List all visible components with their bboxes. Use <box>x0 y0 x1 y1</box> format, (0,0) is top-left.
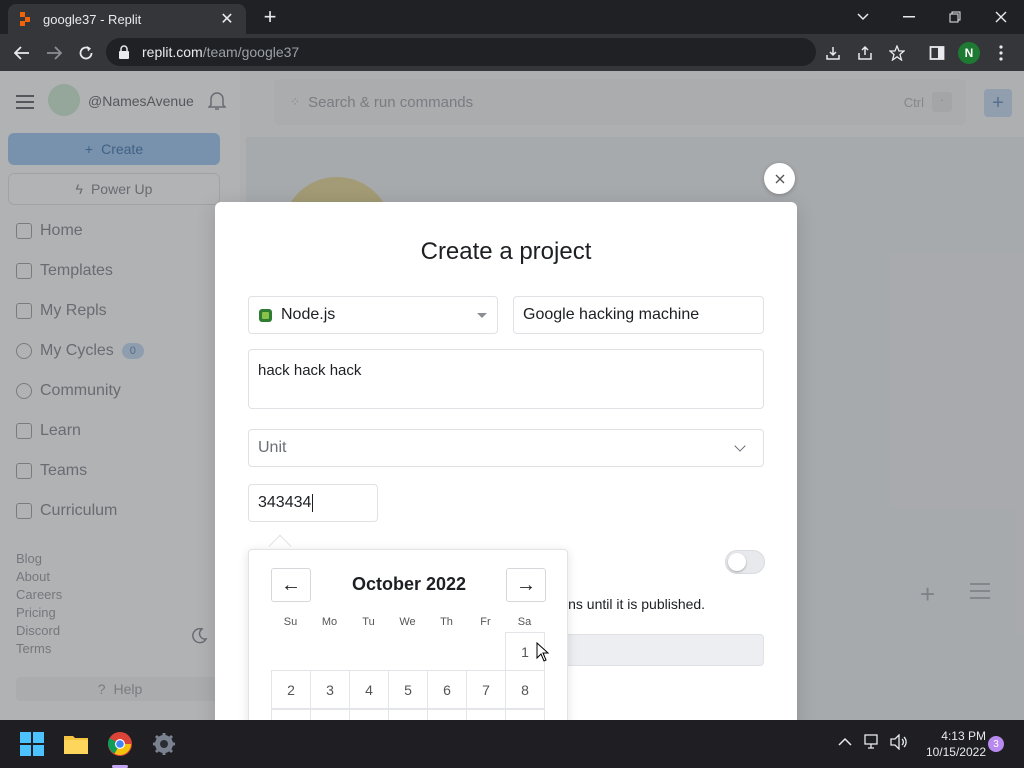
calendar-day[interactable]: 3 <box>310 670 350 709</box>
language-value: Node.js <box>281 306 336 323</box>
calendar-day[interactable]: 2 <box>271 670 311 709</box>
new-tab-button[interactable]: + <box>258 6 282 28</box>
modal-title: Create a project <box>420 238 592 265</box>
file-explorer-icon[interactable] <box>62 730 90 758</box>
url-text: replit.com/team/google37 <box>142 44 300 60</box>
install-app-icon[interactable] <box>822 42 844 64</box>
calendar-day[interactable]: 8 <box>505 670 545 709</box>
description-textarea[interactable]: hack hack hack <box>248 349 764 409</box>
previous-month-button[interactable]: ← <box>271 568 311 602</box>
text-cursor <box>312 494 314 512</box>
project-title-input[interactable]: Google hacking machine <box>513 296 764 334</box>
publish-note: ins until it is published. <box>565 596 706 612</box>
weekday-label: Fr <box>480 616 491 628</box>
reload-icon[interactable] <box>73 40 99 66</box>
system-clock[interactable]: 4:13 PM 10/15/2022 <box>918 728 986 760</box>
clock-date: 10/15/2022 <box>925 745 986 759</box>
caret-down-icon <box>477 312 487 318</box>
publish-toggle[interactable] <box>725 550 765 574</box>
restore-button[interactable] <box>932 0 978 34</box>
volume-icon[interactable] <box>890 733 908 753</box>
weekday-label: Su <box>283 616 298 628</box>
browser-tab[interactable]: google37 - Replit ✕ <box>8 4 246 34</box>
tab-title: google37 - Replit <box>43 11 142 27</box>
weekday-label: Sa <box>517 616 532 628</box>
modal-close-button[interactable] <box>764 163 795 194</box>
calendar-month-label: October 2022 <box>351 574 467 594</box>
menu-kebab-icon[interactable] <box>990 42 1012 64</box>
tray-chevron-up-icon[interactable] <box>838 734 852 750</box>
weekday-label: We <box>399 616 416 628</box>
unit-select[interactable]: Unit <box>248 429 764 467</box>
close-window-button[interactable] <box>978 0 1024 34</box>
browser-toolbar: replit.com/team/google37 N <box>0 34 1024 71</box>
nodejs-icon <box>259 308 272 322</box>
clock-time: 4:13 PM <box>941 729 986 743</box>
tab-close-button[interactable]: ✕ <box>218 9 236 29</box>
bookmark-star-icon[interactable] <box>886 42 908 64</box>
date-input[interactable]: 343434 <box>248 484 378 522</box>
browser-titlebar: google37 - Replit ✕ + <box>0 0 1024 34</box>
date-picker: ← October 2022 → Su Mo Tu We Th Fr Sa 1 … <box>248 549 568 729</box>
next-month-button[interactable]: → <box>506 568 546 602</box>
back-arrow-icon[interactable] <box>9 40 35 66</box>
weekday-label: Tu <box>362 616 375 628</box>
chevron-down-icon <box>734 440 746 452</box>
lock-icon <box>118 45 130 59</box>
side-panel-icon[interactable] <box>926 42 948 64</box>
weekday-label: Th <box>440 616 453 628</box>
share-icon[interactable] <box>854 42 876 64</box>
windows-start-icon[interactable] <box>18 730 46 758</box>
replit-favicon-icon <box>20 12 34 26</box>
settings-gear-icon[interactable] <box>150 730 178 758</box>
forward-arrow-icon[interactable] <box>41 40 67 66</box>
profile-avatar[interactable]: N <box>958 42 980 64</box>
network-icon[interactable] <box>864 734 882 753</box>
windows-taskbar: 4:13 PM 10/15/2022 3 <box>0 720 1024 768</box>
address-bar[interactable]: replit.com/team/google37 <box>106 38 816 66</box>
minimize-button[interactable] <box>886 0 932 34</box>
calendar-day[interactable]: 4 <box>349 670 389 709</box>
calendar-day[interactable]: 7 <box>466 670 506 709</box>
notification-badge[interactable]: 3 <box>988 736 1004 752</box>
tab-search-icon[interactable] <box>840 0 886 34</box>
mouse-pointer-icon <box>536 641 550 662</box>
weekday-label: Mo <box>321 616 338 628</box>
calendar-day[interactable]: 5 <box>388 670 428 709</box>
calendar-day[interactable]: 6 <box>427 670 467 709</box>
unit-placeholder: Unit <box>258 439 287 456</box>
language-select[interactable]: Node.js <box>248 296 498 334</box>
chrome-icon[interactable] <box>106 730 134 758</box>
